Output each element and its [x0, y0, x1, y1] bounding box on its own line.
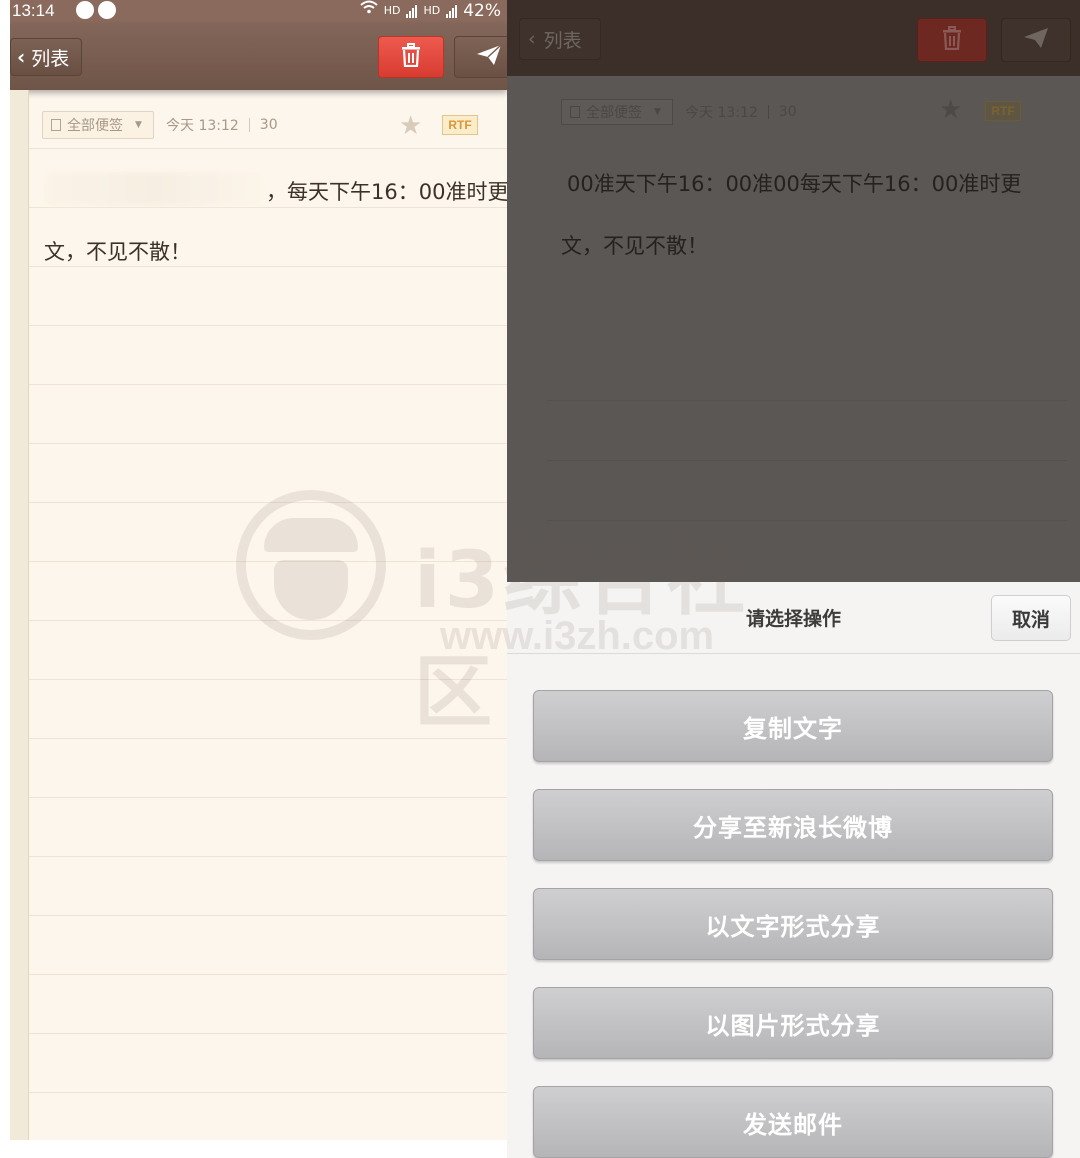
send-button-dimmed: [1001, 18, 1071, 62]
dropdown-caret-icon: ▼: [135, 120, 142, 130]
star-icon[interactable]: ★: [399, 111, 422, 141]
note-text-line-2[interactable]: 文，不见不散！: [44, 236, 191, 266]
star-icon: ★: [939, 95, 963, 125]
wifi-icon: [360, 0, 378, 22]
dropdown-caret-icon: ▼: [654, 107, 661, 117]
note-meta: 全部便签 ▼ 今天 13:12 30: [42, 110, 278, 140]
meta-divider: [767, 105, 769, 119]
note-icon: [570, 106, 580, 118]
action-sheet-header: 请选择操作 取消: [507, 582, 1080, 654]
delete-button-dimmed: [917, 18, 987, 62]
paper-plane-icon: [476, 44, 502, 70]
paper-rule: [547, 520, 1067, 521]
char-count: 30: [778, 104, 797, 120]
category-label: 全部便签: [586, 105, 642, 121]
battery-percent: 42%: [463, 1, 501, 21]
status-bar: 13:14 HD HD 42%: [10, 0, 507, 24]
wechat-icon: [76, 1, 94, 19]
meta-divider: [248, 118, 250, 132]
paper-rule: [547, 400, 1067, 401]
back-label: 列表: [543, 29, 582, 52]
paper-plane-icon: [1023, 27, 1049, 53]
trash-icon: [400, 43, 422, 71]
paper-rule: [547, 460, 1067, 461]
status-indicators: HD HD 42%: [360, 0, 501, 22]
back-to-list-button-dimmed: ‹ 列表: [519, 18, 601, 60]
note-date: 今天 13:12: [685, 105, 758, 121]
category-dropdown-dimmed: 全部便签 ▼: [561, 99, 673, 125]
copy-text-button[interactable]: 复制文字: [533, 690, 1053, 762]
status-time: 13:14: [12, 1, 55, 20]
category-dropdown[interactable]: 全部便签 ▼: [42, 111, 154, 139]
send-button[interactable]: [454, 36, 507, 78]
hd-badge-1: HD: [383, 4, 401, 17]
share-as-text-button[interactable]: 以文字形式分享: [533, 888, 1053, 960]
note-date: 今天 13:12: [166, 118, 239, 134]
note-icon: [51, 119, 61, 131]
share-as-image-button[interactable]: 以图片形式分享: [533, 987, 1053, 1059]
chevron-left-icon: ‹: [17, 45, 26, 69]
send-email-button[interactable]: 发送邮件: [533, 1086, 1053, 1158]
signal-icon-2: [446, 4, 458, 18]
action-sheet-screen: ‹ 列表 全部便签 ▼ 今天 13:12 30 ★ RTF 00准天下午16：0…: [507, 0, 1080, 1158]
back-to-list-button[interactable]: ‹ 列表: [10, 38, 82, 76]
message-icon: [98, 1, 116, 19]
toolbar: ‹ 列表: [10, 24, 507, 90]
note-text-line-1[interactable]: ，每天下午16：00准时更: [266, 176, 507, 206]
note-text-line-1: 00准天下午16：00准00每天下午16：00准时更: [567, 172, 1022, 196]
chevron-left-icon: ‹: [528, 28, 536, 50]
category-label: 全部便签: [67, 118, 123, 134]
trash-icon: [941, 26, 963, 54]
note-editor-screen: 13:14 HD HD 42% ‹ 列表 全部便签 ▼ 今天 13:12 30 …: [10, 0, 507, 1140]
action-sheet: 请选择操作 取消 复制文字 分享至新浪长微博 以文字形式分享 以图片形式分享 发…: [507, 582, 1080, 1158]
blurred-text: [44, 172, 266, 206]
dimmed-background[interactable]: ‹ 列表 全部便签 ▼ 今天 13:12 30 ★ RTF 00准天下午16：0…: [507, 0, 1080, 582]
share-weibo-button[interactable]: 分享至新浪长微博: [533, 789, 1053, 861]
char-count: 30: [259, 117, 278, 133]
notification-icons: [76, 1, 116, 19]
hd-badge-2: HD: [423, 4, 441, 17]
note-text-line-2: 文，不见不散！: [561, 234, 708, 258]
rtf-badge[interactable]: RTF: [442, 115, 478, 135]
delete-button[interactable]: [378, 36, 444, 78]
cancel-button[interactable]: 取消: [991, 595, 1071, 641]
rtf-badge: RTF: [985, 101, 1021, 121]
signal-icon-1: [406, 4, 418, 18]
back-label: 列表: [31, 47, 70, 70]
note-meta-dimmed: 全部便签 ▼ 今天 13:12 30: [561, 98, 797, 126]
paper-margin: [10, 90, 29, 1140]
toolbar-dimmed: ‹ 列表: [507, 0, 1080, 76]
